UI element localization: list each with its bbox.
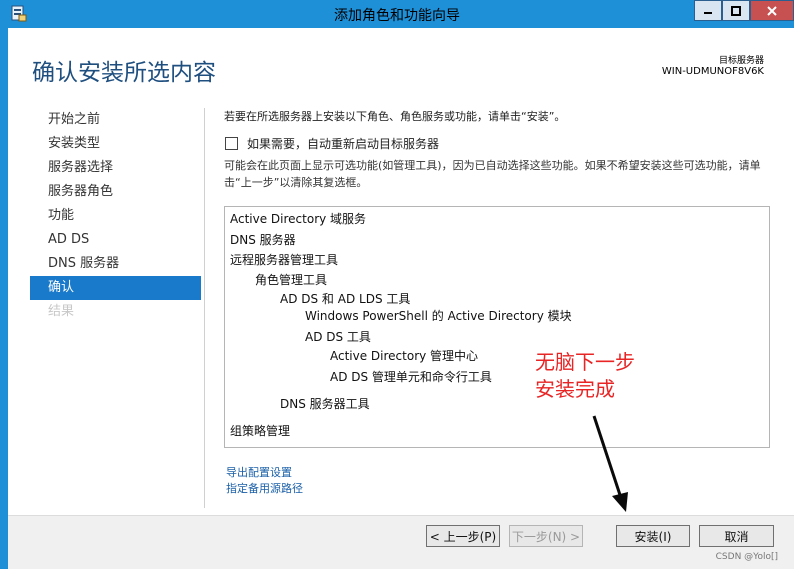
nav-item-ad-ds[interactable]: AD DS <box>30 228 201 252</box>
nav-item-confirmation[interactable]: 确认 <box>30 276 201 300</box>
list-item: AD DS 工具 <box>305 330 371 344</box>
alternate-source-link[interactable]: 指定备用源路径 <box>226 480 303 496</box>
wizard-nav: 开始之前 安装类型 服务器选择 服务器角色 功能 AD DS DNS 服务器 确… <box>30 108 201 324</box>
nav-item-features[interactable]: 功能 <box>30 204 201 228</box>
list-item: DNS 服务器工具 <box>280 397 370 411</box>
page-title: 确认安装所选内容 <box>32 60 216 86</box>
nav-item-before-you-begin[interactable]: 开始之前 <box>30 108 201 132</box>
next-button: 下一步(N) > <box>509 525 583 547</box>
export-config-link[interactable]: 导出配置设置 <box>226 464 292 480</box>
annotation-arrow-icon <box>592 415 628 512</box>
list-item: DNS 服务器 <box>230 233 296 247</box>
nav-divider <box>204 108 205 508</box>
previous-button[interactable]: < 上一步(P) <box>426 525 500 547</box>
cancel-button[interactable]: 取消 <box>699 525 774 547</box>
list-item: Active Directory 管理中心 <box>330 349 479 363</box>
target-server-label: 目标服务器 <box>718 56 764 66</box>
title-bar[interactable]: 添加角色和功能向导 <box>0 0 794 28</box>
optional-features-note: 可能会在此页面上显示可选功能(如管理工具)，因为已自动选择这些功能。如果不希望安… <box>224 159 761 189</box>
close-button[interactable] <box>750 0 794 21</box>
annotation-line-2: 安装完成 <box>535 377 615 401</box>
nav-item-server-selection[interactable]: 服务器选择 <box>30 156 201 180</box>
minimize-icon <box>704 11 712 14</box>
wizard-content: 确认安装所选内容 目标服务器 WIN-UDMUNOF8V6K 开始之前 安装类型… <box>8 28 794 569</box>
selection-list[interactable]: Active Directory 域服务 DNS 服务器 远程服务器管理工具 角… <box>224 206 770 448</box>
restart-checkbox[interactable] <box>225 137 238 150</box>
intro-text: 若要在所选服务器上安装以下角色、角色服务或功能，请单击“安装”。 <box>224 110 566 123</box>
minimize-button[interactable] <box>694 0 722 21</box>
nav-item-dns-server[interactable]: DNS 服务器 <box>30 252 201 276</box>
wizard-window: 添加角色和功能向导 确认安装所选内容 目标服务器 WIN-UDMUNOF8V6K… <box>0 0 794 569</box>
list-item: 远程服务器管理工具 <box>230 253 339 267</box>
list-item: AD DS 管理单元和命令行工具 <box>330 370 492 384</box>
maximize-icon <box>731 5 741 16</box>
install-button[interactable]: 安装(I) <box>616 525 690 547</box>
nav-item-server-roles[interactable]: 服务器角色 <box>30 180 201 204</box>
maximize-button[interactable] <box>722 0 750 21</box>
close-icon <box>767 5 777 16</box>
list-item: 角色管理工具 <box>255 273 328 287</box>
list-item: 组策略管理 <box>230 424 291 438</box>
restart-checkbox-label[interactable]: 如果需要，自动重新启动目标服务器 <box>247 135 439 152</box>
target-server-name: WIN-UDMUNOF8V6K <box>661 66 764 77</box>
annotation-line-1: 无脑下一步 <box>535 350 635 374</box>
nav-item-results: 结果 <box>48 304 75 319</box>
list-item: Windows PowerShell 的 Active Directory 模块 <box>305 309 572 323</box>
window-title: 添加角色和功能向导 <box>334 8 460 24</box>
watermark: CSDN @Yolo[] <box>715 552 778 562</box>
nav-item-installation-type[interactable]: 安装类型 <box>30 132 201 156</box>
list-item: AD DS 和 AD LDS 工具 <box>280 292 411 306</box>
list-item: Active Directory 域服务 <box>230 212 367 226</box>
